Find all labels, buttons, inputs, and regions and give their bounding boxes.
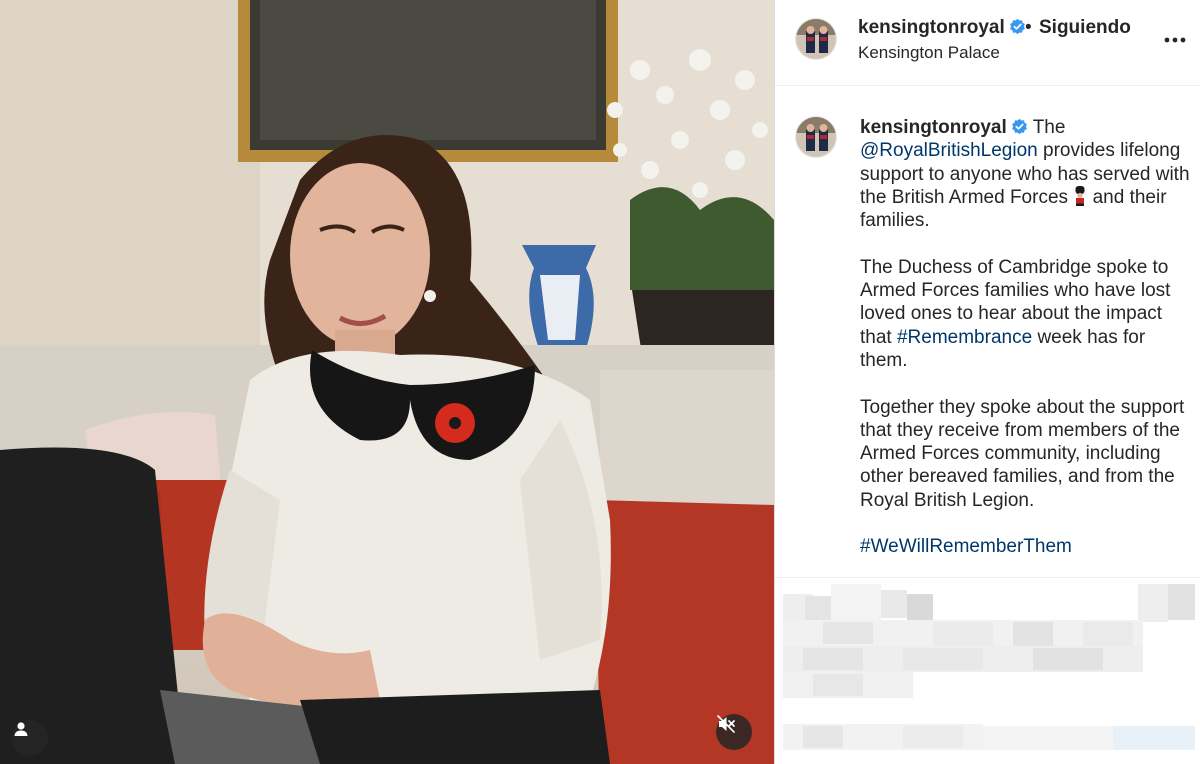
guardsman-emoji (1075, 185, 1085, 206)
caption-text: The (1032, 117, 1066, 138)
author-username-link[interactable]: kensingtonroyal (858, 17, 1026, 39)
post-caption: kensingtonroyal The @RoyalBritishLegion … (860, 116, 1195, 582)
post-header: kensingtonroyal • Siguiendo Kensington P… (775, 0, 1200, 86)
mute-toggle-button[interactable] (716, 714, 752, 750)
user-tag-icon (14, 722, 28, 736)
speaker-muted-icon (717, 715, 735, 733)
avatar-image (796, 117, 836, 157)
tagged-users-button[interactable] (12, 720, 48, 756)
author-avatar[interactable] (795, 18, 837, 60)
more-options-icon (1164, 37, 1186, 43)
caption-username: kensingtonroyal (860, 117, 1007, 138)
post-side-panel: kensingtonroyal • Siguiendo Kensington P… (774, 0, 1200, 764)
caption-paragraph-1: kensingtonroyal The @RoyalBritishLegion … (860, 116, 1195, 232)
avatar-image (796, 19, 836, 59)
video-frame-illustration (0, 0, 774, 764)
hashtag-link[interactable]: #Remembrance (897, 327, 1032, 348)
header-separator: • (1025, 17, 1032, 38)
post-location-link[interactable]: Kensington Palace (858, 43, 1000, 63)
caption-paragraph-3: Together they spoke about the support th… (860, 396, 1185, 511)
hashtag-link[interactable]: #WeWillRememberThem (860, 536, 1072, 557)
caption-username-link[interactable]: kensingtonroyal (860, 117, 1028, 138)
author-username: kensingtonroyal (858, 17, 1005, 38)
blurred-comments-area (783, 584, 1195, 760)
caption-author-avatar[interactable] (795, 116, 837, 158)
post-media-video[interactable] (0, 0, 774, 764)
mention-link[interactable]: @RoyalBritishLegion (860, 140, 1038, 161)
following-button[interactable]: Siguiendo (1039, 17, 1131, 39)
caption-divider (775, 577, 1200, 578)
caption-paragraph-2: The Duchess of Cambridge spoke to Armed … (860, 256, 1195, 372)
verified-badge-icon (1011, 118, 1027, 135)
more-options-button[interactable] (1159, 28, 1191, 52)
verified-badge-icon (1009, 18, 1025, 35)
caption-paragraph-4: #WeWillRememberThem (860, 535, 1195, 558)
